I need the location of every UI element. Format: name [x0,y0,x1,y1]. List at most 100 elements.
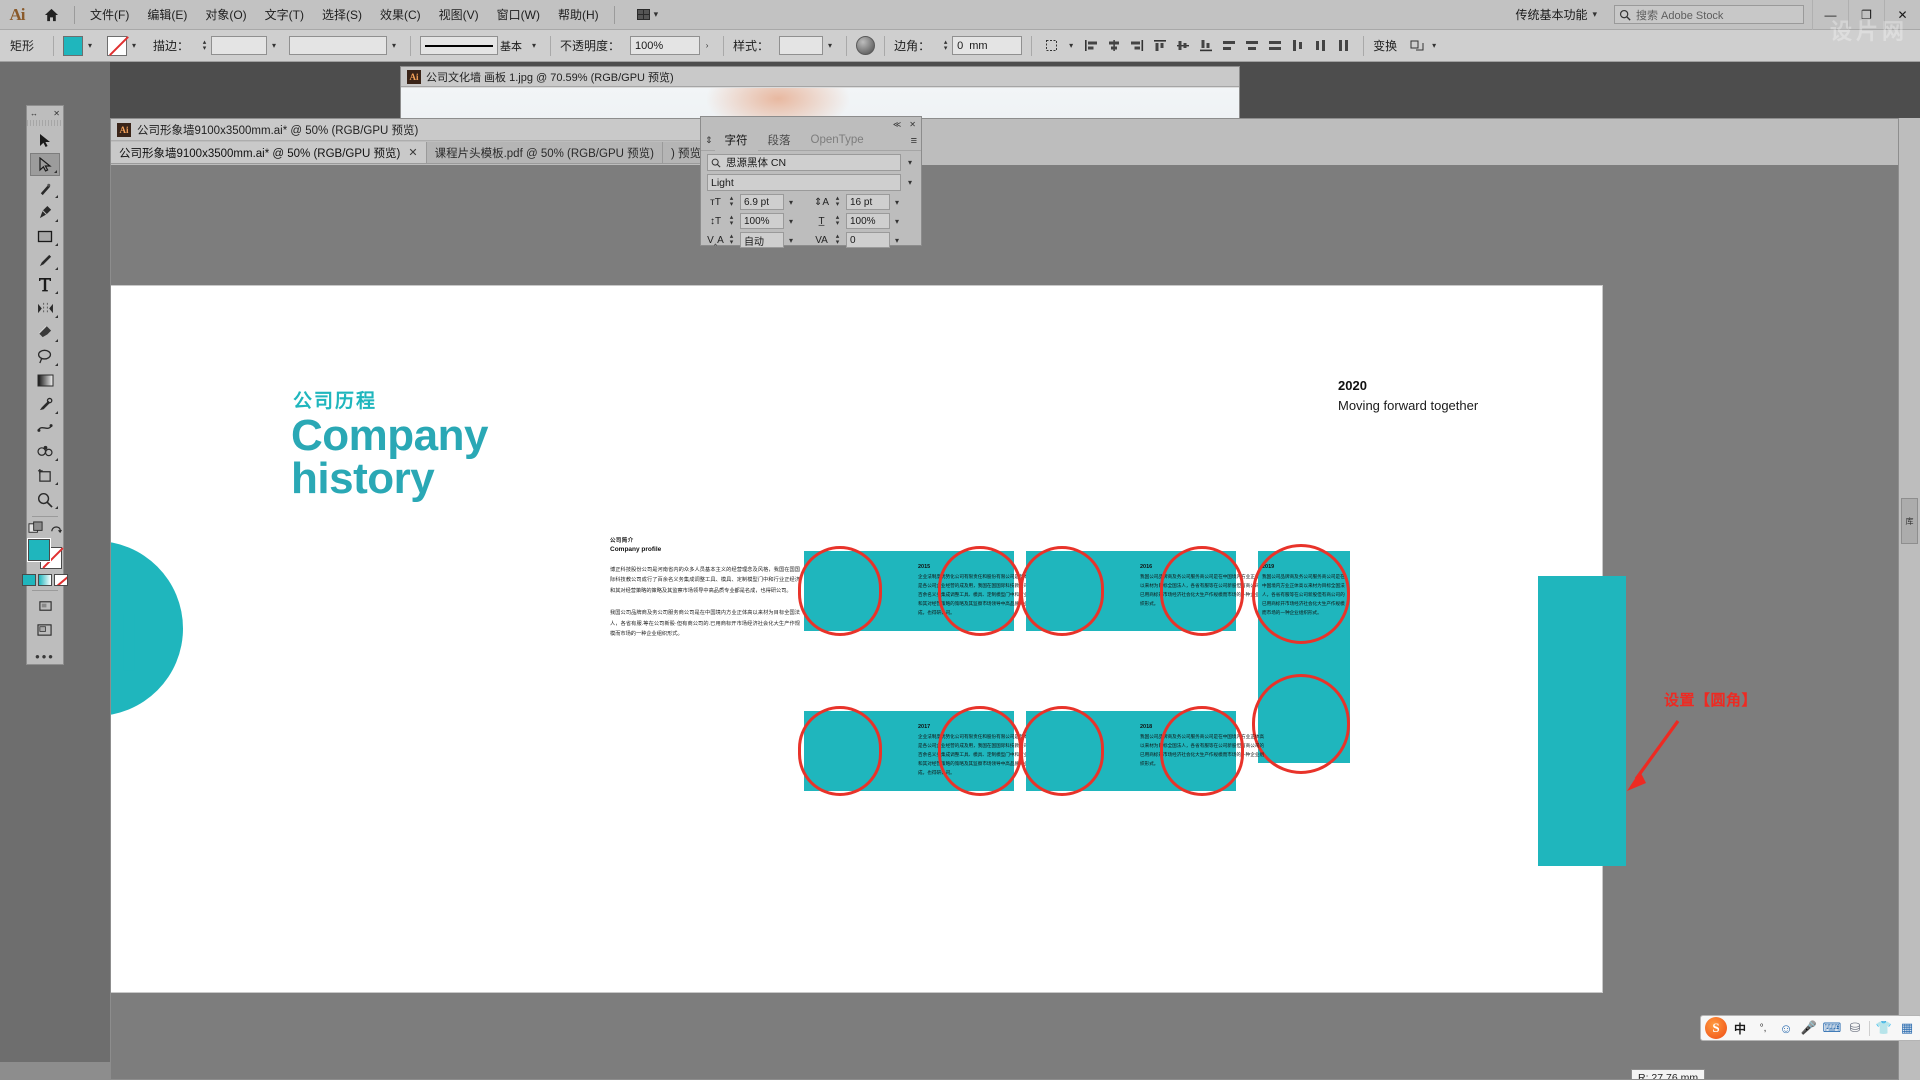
tracking-stepper[interactable]: ▴ ▾ [832,233,843,246]
selection-tool[interactable] [30,129,60,152]
horizontal-scale-dropdown-icon[interactable]: ▾ [892,217,902,226]
rotate-tool[interactable] [30,297,60,320]
libraries-panel-tab[interactable]: 库 [1901,498,1918,544]
workspace-switcher[interactable]: 传统基本功能 ▾ [1506,3,1606,26]
style-dropdown-icon[interactable]: ▾ [823,36,837,56]
ime-punctuation-icon[interactable]: °, [1753,1018,1773,1038]
brush-dropdown-icon[interactable]: ▾ [527,36,541,56]
tab-opentype[interactable]: OpenType [801,132,874,149]
align-left-icon[interactable] [1081,36,1101,56]
horizontal-scale-stepper[interactable]: ▴ ▾ [832,214,843,227]
opacity-field[interactable]: 100% [630,36,701,55]
zoom-tool[interactable] [30,488,60,511]
ime-voice-icon[interactable]: 🎤 [1799,1018,1819,1038]
character-panel[interactable]: ≪ ✕ ⇕ 字符 段落 OpenType ≡ 思源黑体 CN ▾ Light ▾ [700,116,922,248]
canvas-area[interactable]: l 公司历程 Company history 2020 Moving forwa… [111,165,1919,1079]
font-style-field[interactable]: Light [707,174,901,191]
panel-menu-icon[interactable]: ≡ [911,135,917,147]
ime-menu-icon[interactable]: ▦ [1897,1018,1917,1038]
lasso-tool[interactable] [30,345,60,368]
close-icon[interactable]: ✕ [53,109,60,118]
ime-toolbox-icon[interactable]: ⛁ [1845,1018,1865,1038]
change-screen-mode-icon[interactable] [30,619,60,642]
stroke-profile-field[interactable] [289,36,388,55]
maximize-button[interactable]: ❐ [1848,0,1884,30]
font-style-dropdown-icon[interactable]: ▾ [905,178,915,187]
stroke-swatch[interactable] [107,35,128,56]
pen-tool[interactable] [30,201,60,224]
transform-dropdown-icon[interactable]: ▾ [1427,36,1441,56]
ime-emoji-icon[interactable]: ☺ [1776,1018,1796,1038]
align-right-icon[interactable] [1127,36,1147,56]
background-document-titlebar[interactable]: Ai 公司文化墙 画板 1.jpg @ 70.59% (RGB/GPU 预览) [401,67,1239,87]
kerning-field[interactable]: 自动 [740,232,784,248]
type-tool[interactable] [30,273,60,296]
menu-type[interactable]: 文字(T) [256,2,313,27]
minimize-button[interactable]: — [1812,0,1848,30]
tab-course-intro-pdf[interactable]: 课程片头模板.pdf @ 50% (RGB/GPU 预览) [426,142,663,163]
transform-label[interactable]: 变换 [1373,37,1397,54]
symbol-sprayer-tool[interactable] [30,441,60,464]
tracking-field[interactable]: 0 [846,232,890,248]
collapse-icon[interactable]: ≪ [893,120,901,129]
corner-stepper[interactable]: ▴ ▾ [940,39,951,52]
stock-search-box[interactable]: 搜索 Adobe Stock [1614,5,1804,24]
distribute-top-icon[interactable] [1219,36,1239,56]
distribute-center-v-icon[interactable] [1311,36,1331,56]
align-center-v-icon[interactable] [1173,36,1193,56]
gradient-button[interactable] [38,574,52,587]
horizontal-scale-field[interactable]: 100% [846,213,890,229]
menu-edit[interactable]: 编辑(E) [138,2,196,27]
font-family-dropdown-icon[interactable]: ▾ [905,158,915,167]
panel-grip[interactable] [27,120,63,127]
menu-file[interactable]: 文件(F) [81,2,138,27]
ime-language-icon[interactable]: 中 [1730,1018,1750,1038]
corner-field[interactable]: 0 mm [952,36,1023,55]
leading-dropdown-icon[interactable]: ▾ [892,198,902,207]
stroke-weight-dropdown-icon[interactable]: ▾ [267,36,281,56]
close-icon[interactable]: ✕ [909,120,916,129]
font-family-field[interactable]: 思源黑体 CN [707,154,901,171]
stroke-weight-field[interactable] [211,36,268,55]
distribute-right-icon[interactable] [1334,36,1354,56]
paintbrush-tool[interactable] [30,249,60,272]
style-field[interactable] [779,36,824,55]
gradient-tool[interactable] [30,369,60,392]
fill-dropdown-icon[interactable]: ▾ [83,36,97,56]
menu-view[interactable]: 视图(V) [430,2,488,27]
menu-help[interactable]: 帮助(H) [549,2,608,27]
close-icon[interactable]: ✕ [408,146,417,159]
distribute-left-icon[interactable] [1288,36,1308,56]
panel-grip-icon[interactable]: ⇕ [705,135,713,146]
collapse-icon[interactable]: ↔ [30,109,38,118]
fill-indicator[interactable] [27,538,51,563]
stroke-weight-stepper[interactable]: ▴ ▾ [199,39,210,52]
tracking-dropdown-icon[interactable]: ▾ [892,236,902,245]
right-teal-bar[interactable] [1538,576,1626,866]
leading-stepper[interactable]: ▴ ▾ [832,195,843,208]
kerning-stepper[interactable]: ▴ ▾ [726,233,737,246]
menu-select[interactable]: 选择(S) [313,2,371,27]
fill-swatch[interactable] [63,35,84,56]
magic-wand-tool[interactable] [30,177,60,200]
tab-company-wall[interactable]: 公司形象墙9100x3500mm.ai* @ 50% (RGB/GPU 预览) … [111,142,427,163]
distribute-bottom-icon[interactable] [1265,36,1285,56]
blend-tool[interactable] [30,417,60,440]
align-bottom-icon[interactable] [1196,36,1216,56]
ime-keyboard-icon[interactable]: ⌨ [1822,1018,1842,1038]
screen-mode-icon[interactable] [30,595,60,618]
more-tools-icon[interactable]: ••• [35,649,55,664]
menu-object[interactable]: 对象(O) [196,2,255,27]
artboard[interactable]: l 公司历程 Company history 2020 Moving forwa… [111,285,1706,1079]
align-to-selection-icon[interactable] [1041,36,1061,56]
tab-paragraph[interactable]: 段落 [758,130,801,151]
vertical-scale-stepper[interactable]: ▴ ▾ [726,214,737,227]
direct-selection-tool[interactable] [30,153,60,177]
distribute-center-icon[interactable] [1242,36,1262,56]
font-size-field[interactable]: 6.9 pt [740,194,784,210]
font-size-dropdown-icon[interactable]: ▾ [786,198,796,207]
leading-field[interactable]: 16 pt [846,194,890,210]
home-icon[interactable] [34,0,68,30]
menu-effect[interactable]: 效果(C) [371,2,430,27]
artboard-tool[interactable] [30,464,60,487]
